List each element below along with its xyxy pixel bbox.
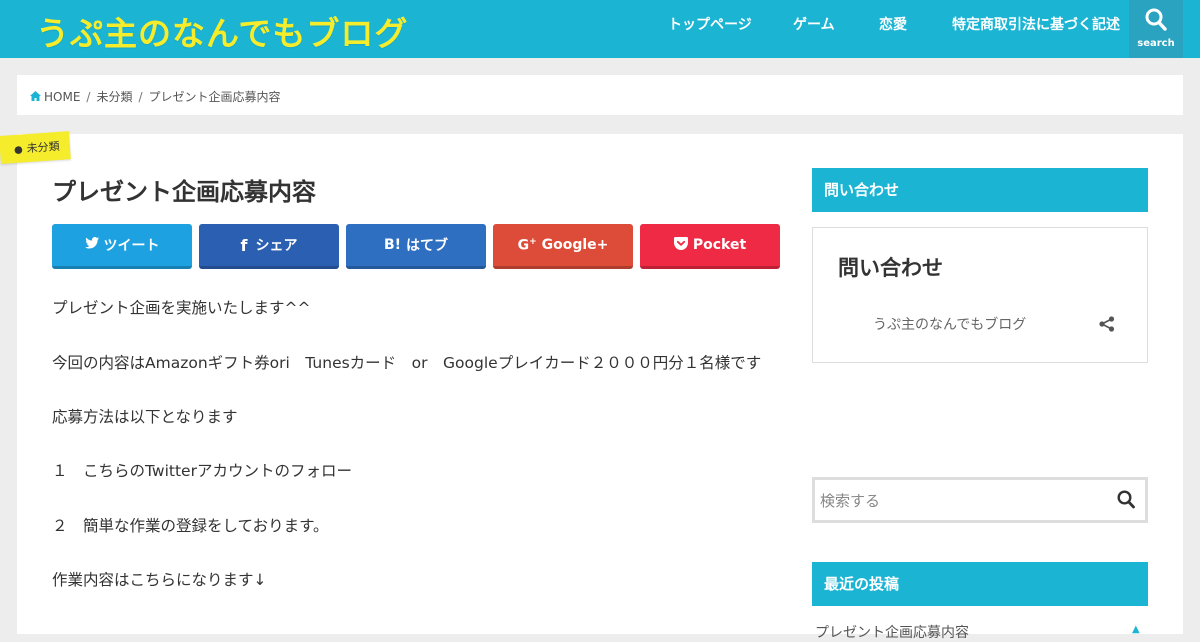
recent-post-item[interactable]: プレゼント企画応募内容 [815, 622, 969, 642]
pocket-button[interactable]: Pocket [640, 224, 780, 269]
hatena-icon: B! [383, 237, 402, 253]
share-icon[interactable] [1099, 316, 1115, 336]
pocket-label: Pocket [692, 237, 747, 253]
breadcrumb-current: プレゼント企画応募内容 [148, 90, 281, 104]
tweet-label: ツイート [103, 238, 160, 254]
category-badge-label: 未分類 [26, 139, 61, 156]
search-label: search [1137, 38, 1175, 49]
google-plus-button[interactable]: G+ Google+ [493, 224, 633, 269]
breadcrumb-separator: / [138, 89, 143, 104]
google-plus-icon: G+ [517, 236, 537, 254]
home-icon [30, 90, 41, 104]
sidebar-search [812, 477, 1148, 523]
hatena-button[interactable]: B! はてブ [346, 224, 486, 269]
folder-icon: ● [13, 144, 24, 157]
contact-card[interactable]: 問い合わせ うぷ主のなんでもブログ [812, 227, 1148, 363]
header-search-button[interactable]: search [1129, 0, 1183, 58]
breadcrumb-home[interactable]: HOME [44, 90, 80, 104]
facebook-share-button[interactable]: f シェア [199, 224, 339, 269]
search-input[interactable] [818, 480, 1102, 522]
tweet-button[interactable]: ツイート [52, 224, 192, 269]
facebook-icon: f [240, 235, 248, 255]
post-paragraph: ２ 簡単な作業の登録をしております。 [52, 517, 329, 535]
pocket-icon [673, 236, 688, 254]
hatena-label: はてブ [406, 238, 449, 254]
recent-posts-header: 最近の投稿 [812, 562, 1148, 606]
category-badge[interactable]: ● 未分類 [0, 131, 71, 164]
post-paragraph: 作業内容はこちらになります↓ [52, 571, 267, 589]
post-paragraph: 今回の内容はAmazonギフト券ori Tunesカード or Googleプレ… [52, 354, 762, 372]
contact-widget-header: 問い合わせ [812, 168, 1148, 212]
post-title: プレゼント企画応募内容 [52, 178, 316, 206]
twitter-icon [84, 237, 99, 253]
breadcrumb-category[interactable]: 未分類 [96, 88, 132, 105]
contact-card-blog-name: うぷ主のなんでもブログ [873, 317, 1027, 333]
post-paragraph: １ こちらのTwitterアカウントのフォロー [52, 462, 352, 480]
search-icon[interactable] [1117, 490, 1135, 513]
post-paragraph: 応募方法は以下となります [52, 408, 238, 426]
nav-item-game[interactable]: ゲーム [793, 14, 835, 34]
site-title[interactable]: うぷ主のなんでもブログ [36, 12, 408, 56]
breadcrumb: HOME / 未分類 / プレゼント企画応募内容 [17, 75, 1183, 115]
search-icon [1145, 8, 1167, 31]
facebook-share-label: シェア [255, 238, 298, 254]
nav-item-top[interactable]: トップページ [668, 14, 752, 34]
site-header: うぷ主のなんでもブログ トップページ ゲーム 恋愛 特定商取引法に基づく記述 s… [0, 0, 1200, 58]
nav-item-love[interactable]: 恋愛 [879, 14, 907, 34]
google-plus-label: Google+ [541, 237, 609, 253]
breadcrumb-separator: / [86, 89, 91, 104]
nav-item-legal[interactable]: 特定商取引法に基づく記述 [952, 14, 1120, 34]
post-paragraph: プレゼント企画を実施いたします^^ [52, 299, 311, 317]
contact-card-title: 問い合わせ [838, 256, 943, 280]
